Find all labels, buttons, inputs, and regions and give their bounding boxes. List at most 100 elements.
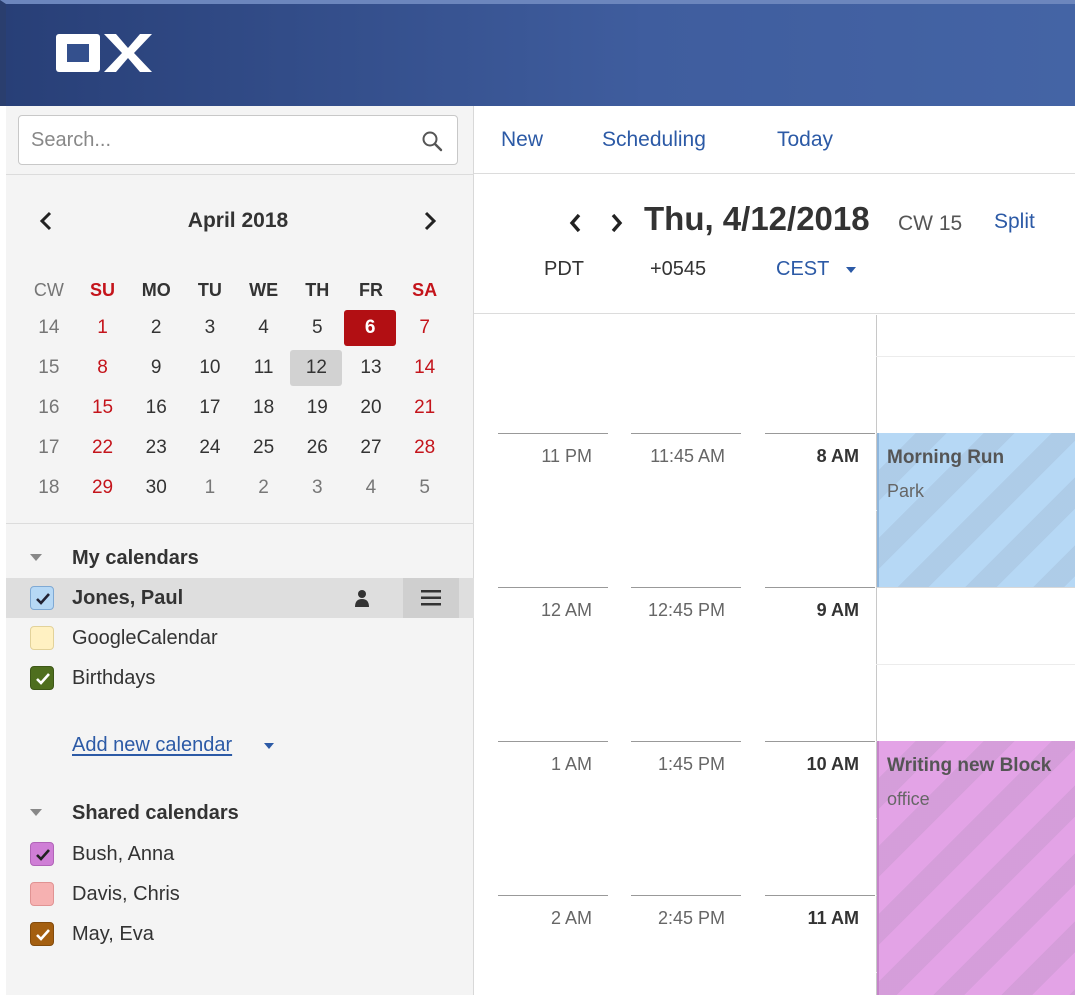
day-cell[interactable]: 19 (290, 390, 344, 426)
time-label-pdt: 1 AM (550, 754, 592, 774)
person-icon (355, 590, 369, 607)
day-cell[interactable]: 4 (237, 310, 291, 346)
search-icon[interactable] (421, 130, 443, 152)
day-cell[interactable]: 11 (237, 350, 291, 386)
day-cell[interactable]: 5 (398, 470, 452, 506)
day-cell[interactable]: 26 (290, 430, 344, 466)
checkbox[interactable] (30, 666, 54, 690)
mini-calendar-title[interactable]: April 2018 (106, 209, 370, 233)
day-cell[interactable]: 10 (183, 350, 237, 386)
calendar-menu-button[interactable] (403, 578, 459, 618)
calendar-item-birthdays[interactable]: Birthdays (6, 658, 474, 698)
search-input[interactable] (31, 126, 411, 154)
checkbox[interactable] (30, 586, 54, 610)
calendar-name: Birthdays (72, 667, 156, 689)
day-cell[interactable]: 18 (237, 390, 291, 426)
week-number: 14 (38, 317, 60, 338)
day-cell[interactable]: 22 (76, 430, 130, 466)
day-time-grid: 11 PM 11:45 AM 8 AM 12 AM 12:45 PM 9 AM 1 AM 1:… (474, 315, 1075, 995)
day-cell[interactable]: 24 (183, 430, 237, 466)
week-number: 16 (38, 397, 60, 418)
day-cell[interactable]: 14 (398, 350, 452, 386)
day-cell[interactable]: 16 (129, 390, 183, 426)
calendar-event[interactable]: Morning Run Park (877, 433, 1075, 587)
chevron-right-icon[interactable] (608, 210, 626, 236)
folder-label: Shared calendars (72, 802, 239, 824)
tick-0545 (631, 587, 741, 588)
day-cell[interactable]: 21 (398, 390, 452, 426)
checkbox[interactable] (30, 842, 54, 866)
timezone-cest-dropdown[interactable]: CEST (776, 258, 829, 281)
weekday-header: SA (412, 280, 438, 300)
today-button[interactable]: Today (777, 128, 833, 152)
time-label-0545: 12:45 PM (647, 600, 725, 620)
tick-0545 (631, 741, 741, 742)
split-button[interactable]: Split (994, 210, 1035, 234)
checkmark-icon (36, 593, 50, 605)
time-label-0545: 2:45 PM (657, 908, 725, 928)
time-label-pdt: 2 AM (550, 908, 592, 928)
time-label-cest: 8 AM (816, 446, 859, 466)
day-cell[interactable]: 6 (344, 310, 397, 346)
calendar-item-bush-anna[interactable]: Bush, Anna (6, 834, 474, 874)
scheduling-button[interactable]: Scheduling (602, 128, 706, 152)
chevron-left-icon[interactable] (34, 208, 58, 234)
day-cell[interactable]: 23 (129, 430, 183, 466)
checkbox[interactable] (30, 626, 54, 650)
day-cell[interactable]: 27 (344, 430, 398, 466)
day-cell[interactable]: 2 (237, 470, 291, 506)
chevron-left-icon[interactable] (566, 210, 584, 236)
checkmark-icon (36, 673, 50, 685)
checkmark-icon (36, 929, 50, 941)
day-cell[interactable]: 29 (76, 470, 130, 506)
calendar-item-davis-chris[interactable]: Davis, Chris (6, 874, 474, 914)
calendar-event[interactable]: Writing new Block office (877, 741, 1075, 995)
day-cell[interactable]: 13 (344, 350, 398, 386)
day-cell[interactable]: 3 (183, 310, 237, 346)
calendar-name: Bush, Anna (72, 843, 175, 865)
shared-calendars-header[interactable]: Shared calendars (6, 793, 474, 833)
collapse-triangle-icon[interactable] (30, 554, 42, 561)
day-cell[interactable]: 20 (344, 390, 398, 426)
day-cell[interactable]: 12 (290, 350, 343, 386)
my-calendars-header[interactable]: My calendars (6, 538, 474, 578)
current-date: Thu, 4/12/2018 (644, 200, 870, 237)
chevron-right-icon[interactable] (418, 208, 442, 234)
ox-logo[interactable] (54, 30, 154, 78)
search-box[interactable] (18, 115, 458, 165)
weekday-header-row: CW SU MO TU WE TH FR SA (22, 274, 452, 308)
day-cell[interactable]: 15 (76, 390, 130, 426)
collapse-triangle-icon[interactable] (30, 809, 42, 816)
day-cell[interactable]: 4 (344, 470, 398, 506)
mini-calendar-grid: CW SU MO TU WE TH FR SA 14 1 2 3 4 5 6 7 15 8 9 10 11 12 13 14 1… (22, 274, 452, 508)
day-cell[interactable]: 8 (76, 350, 130, 386)
calendar-item-jones-paul[interactable]: Jones, Paul (6, 578, 474, 618)
day-cell[interactable]: 28 (398, 430, 452, 466)
checkmark-icon (36, 849, 50, 861)
week-row: 14 1 2 3 4 5 6 7 (22, 308, 452, 348)
day-cell[interactable]: 5 (290, 310, 344, 346)
caret-down-icon[interactable] (264, 743, 274, 749)
new-button[interactable]: New (501, 128, 543, 152)
day-cell[interactable]: 2 (129, 310, 183, 346)
half-hour-line (876, 664, 1075, 665)
half-hour-line (876, 356, 1075, 357)
calendar-name: May, Eva (72, 923, 154, 945)
day-cell[interactable]: 9 (129, 350, 183, 386)
day-cell[interactable]: 7 (398, 310, 452, 346)
day-cell[interactable]: 17 (183, 390, 237, 426)
day-cell[interactable]: 25 (237, 430, 291, 466)
divider (6, 523, 474, 524)
app-header (0, 0, 1075, 106)
day-cell[interactable]: 1 (183, 470, 237, 506)
calendar-item-may-eva[interactable]: May, Eva (6, 914, 474, 954)
calendar-item-googlecalendar[interactable]: GoogleCalendar (6, 618, 474, 658)
checkbox[interactable] (30, 882, 54, 906)
day-cell[interactable]: 1 (76, 310, 130, 346)
add-new-calendar-link[interactable]: Add new calendar (72, 734, 232, 757)
time-label-cest: 10 AM (806, 754, 859, 774)
checkbox[interactable] (30, 922, 54, 946)
caret-down-icon[interactable] (846, 267, 856, 273)
day-cell[interactable]: 30 (129, 470, 183, 506)
day-cell[interactable]: 3 (290, 470, 344, 506)
